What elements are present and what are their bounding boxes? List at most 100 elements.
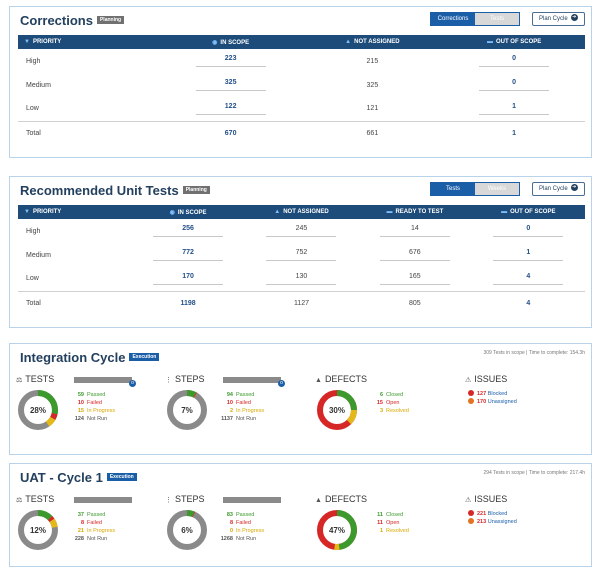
bug-icon: ▲ (315, 377, 322, 384)
in-progress-count: 0 (229, 528, 233, 534)
view-toggle[interactable]: Corrections Tests (430, 12, 520, 26)
toggle-weeks[interactable]: Weeks (475, 183, 519, 195)
in-scope-value[interactable]: 325 (195, 79, 266, 91)
issues-section: ⚠ ISSUES 221 Blocked 213 Unassigned (465, 494, 585, 526)
out-of-scope-icon: ▬ (501, 209, 508, 215)
row-label: Medium (26, 81, 51, 89)
plan-cycle-button[interactable]: Plan Cycle ➜ (532, 182, 585, 196)
unit-tests-table: ▼ PRIORITY ◉ IN SCOPE ▲ NOT ASSIGNED ▬ READY… (18, 205, 585, 315)
in-scope-value[interactable]: 772 (153, 249, 224, 261)
total-in-scope: 1198 (131, 290, 245, 315)
not-run-count: 1137 (221, 416, 233, 422)
percent-label: 47% (329, 526, 345, 535)
table-row: Medium 325 325 0 (18, 73, 585, 97)
toggle-corrections[interactable]: Corrections (431, 13, 475, 25)
tests-section: ⚖ TESTS 12% 37 Passed 8 Failed 21 In Progres… (16, 494, 156, 564)
blocked-icon (468, 509, 474, 516)
defects-section: ▲ DEFECTS 47% 11 Closed 11 Open 1 Resolved (315, 494, 455, 564)
not-assigned-value[interactable]: 130 (266, 273, 337, 285)
out-of-scope-value[interactable]: 0 (479, 55, 550, 67)
view-toggle[interactable]: Tests Weeks (430, 182, 520, 196)
out-of-scope-value[interactable]: 1 (493, 249, 564, 261)
percent-label: 6% (181, 526, 193, 535)
tests-legend: 59 Passed 10 Failed 15 In Progress 124 Not R… (64, 391, 115, 423)
closed-label: Closed (386, 512, 404, 518)
unit-tests-title: Recommended Unit Tests (20, 183, 179, 198)
unassigned-label: Unassigned (487, 519, 517, 525)
table-row: Low 170 130 165 4 (18, 267, 585, 291)
ready-value[interactable]: 14 (379, 225, 450, 237)
tests-label: TESTS (25, 374, 55, 384)
ready-value[interactable]: 165 (379, 273, 450, 285)
info-icon[interactable]: o (278, 380, 285, 387)
defects-label: DEFECTS (324, 494, 367, 504)
not-assigned-value: 121 (366, 105, 379, 113)
toggle-tests[interactable]: Tests (475, 13, 519, 25)
open-count: 15 (376, 400, 383, 406)
passed-label: Passed (87, 512, 106, 518)
in-progress-label: In Progress (236, 408, 265, 414)
issues-label: ISSUES (474, 374, 508, 384)
steps-label: STEPS (175, 494, 205, 504)
not-assigned-value[interactable]: 245 (266, 225, 337, 237)
blocked-count[interactable]: 127 (477, 391, 486, 397)
ready-value[interactable]: 676 (379, 249, 450, 261)
percent-label: 28% (30, 406, 46, 415)
toggle-tests[interactable]: Tests (431, 183, 475, 195)
open-label: Open (386, 520, 400, 526)
failed-label: Failed (87, 400, 102, 406)
scope-summary: 309 Tests in scope | Time to complete: 1… (483, 350, 585, 356)
passed-label: Passed (87, 392, 106, 398)
tests-donut: 28% (18, 390, 58, 430)
passed-count: 37 (77, 512, 84, 518)
panel-title: Recommended Unit Tests Planning (20, 183, 210, 198)
percent-label: 30% (329, 406, 345, 415)
out-of-scope-value[interactable]: 1 (479, 103, 550, 115)
in-scope-value[interactable]: 122 (195, 103, 266, 115)
in-scope-value[interactable]: 170 (153, 273, 224, 285)
not-run-label: Not Run (236, 416, 257, 422)
tests-section: ⚖ TESTS o 28% 59 Passed 10 Failed 15 In Prog… (16, 374, 156, 444)
flask-icon: ⚖ (16, 377, 23, 384)
not-assigned-value: 215 (366, 57, 379, 65)
col-not-assigned: NOT ASSIGNED (354, 39, 400, 45)
in-scope-value[interactable]: 223 (195, 55, 266, 67)
out-of-scope-icon: ▬ (486, 39, 493, 45)
unassigned-count[interactable]: 170 (477, 399, 486, 405)
not-assigned-value[interactable]: 752 (266, 249, 337, 261)
blocked-label: Blocked (487, 511, 508, 517)
not-run-count: 1268 (220, 536, 233, 542)
blocked-count[interactable]: 221 (477, 511, 486, 517)
plan-cycle-button[interactable]: Plan Cycle ➜ (532, 12, 585, 26)
row-label: Low (26, 105, 39, 113)
out-of-scope-value[interactable]: 0 (493, 225, 564, 237)
closed-count: 11 (377, 512, 383, 518)
out-of-scope-value[interactable]: 0 (479, 79, 550, 91)
unassigned-count[interactable]: 213 (477, 519, 486, 525)
in-scope-value[interactable]: 256 (153, 225, 224, 237)
in-scope-icon: ◉ (169, 209, 175, 216)
issues-label: ISSUES (474, 494, 508, 504)
blocked-label: Blocked (487, 391, 508, 397)
panel-title: Integration Cycle Execution (20, 350, 160, 365)
row-label: Total (18, 120, 160, 145)
resolved-label: Resolved (386, 528, 409, 534)
defects-donut: 47% (317, 510, 357, 550)
integration-title[interactable]: Integration Cycle (20, 350, 125, 365)
row-label: High (26, 57, 41, 65)
total-ready: 805 (358, 290, 472, 315)
total-not-assigned: 661 (301, 120, 444, 145)
unassigned-label: Unassigned (487, 399, 517, 405)
steps-legend: 94 Passed 10 Failed 2 In Progress 1137 Not R… (213, 391, 264, 423)
not-run-label: Not Run (87, 416, 108, 422)
uat-title[interactable]: UAT - Cycle 1 (20, 470, 103, 485)
col-priority: PRIORITY (32, 39, 62, 45)
steps-donut: 7% (167, 390, 207, 430)
out-of-scope-value[interactable]: 4 (493, 273, 564, 285)
info-icon[interactable]: o (129, 380, 136, 387)
status-badge: Execution (129, 352, 160, 361)
total-out-of-scope: 1 (443, 120, 585, 145)
plan-cycle-label: Plan Cycle (539, 186, 568, 192)
table-row: Medium 772 752 676 1 (18, 243, 585, 267)
blocked-icon (468, 389, 474, 396)
